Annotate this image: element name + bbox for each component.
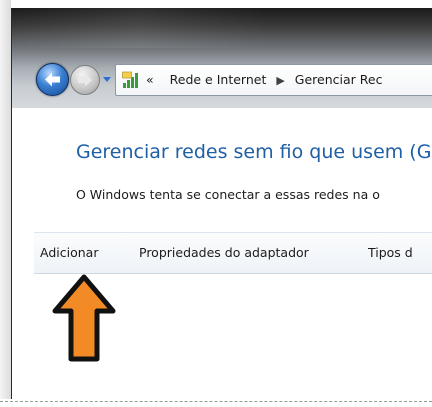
forward-button[interactable] xyxy=(70,65,100,95)
page-title: Gerenciar redes sem fio que usem (G xyxy=(76,141,432,163)
screenshot-photo: « Rede e Internet ▶ Gerenciar Rec Gerenc… xyxy=(0,0,432,399)
window-title-bar: « Rede e Internet ▶ Gerenciar Rec xyxy=(12,8,432,108)
forward-arrow-icon xyxy=(78,73,92,87)
page-cut-line xyxy=(0,401,432,402)
add-button[interactable]: Adicionar xyxy=(40,233,98,273)
back-button[interactable] xyxy=(36,63,69,96)
breadcrumb-item-gerenciar[interactable]: Gerenciar Rec xyxy=(295,72,383,87)
breadcrumb: « Rede e Internet ▶ Gerenciar Rec xyxy=(146,65,382,95)
address-bar[interactable]: « Rede e Internet ▶ Gerenciar Rec xyxy=(115,64,432,96)
page-description: O Windows tenta se conectar a essas rede… xyxy=(76,187,380,202)
monitor-bezel-edge xyxy=(0,0,11,399)
adapter-properties-button[interactable]: Propriedades do adaptador xyxy=(139,233,309,273)
callout-arrow-icon xyxy=(52,274,116,362)
breadcrumb-overflow[interactable]: « xyxy=(146,72,154,87)
command-bar: Adicionar Propriedades do adaptador Tipo… xyxy=(34,232,432,274)
back-arrow-icon xyxy=(45,72,60,87)
breadcrumb-chevron-icon[interactable]: ▶ xyxy=(270,74,290,87)
history-dropdown-icon[interactable] xyxy=(102,74,112,84)
profile-types-button[interactable]: Tipos d xyxy=(368,233,413,273)
network-icon xyxy=(122,71,138,88)
breadcrumb-item-rede-e-internet[interactable]: Rede e Internet xyxy=(170,72,267,87)
